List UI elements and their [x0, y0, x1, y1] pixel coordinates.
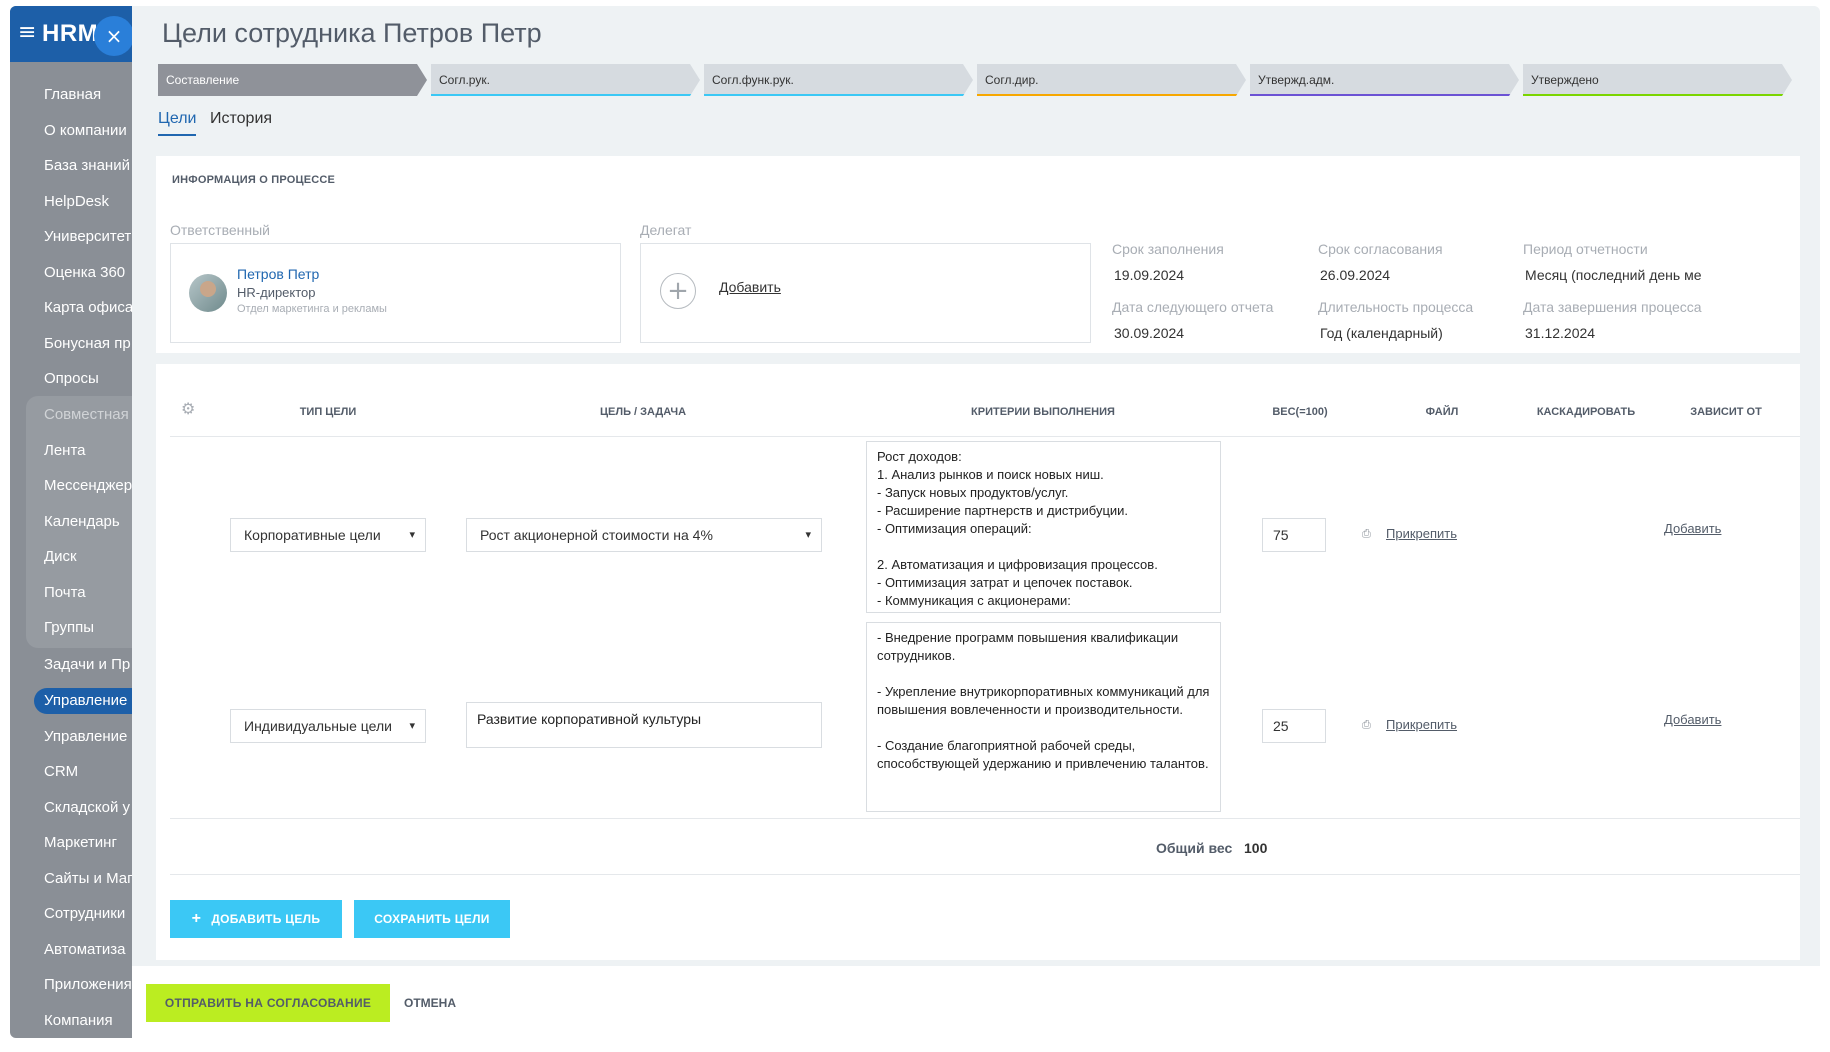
- divider: [170, 818, 1800, 819]
- stage-director-approval[interactable]: Согл.дир.: [977, 64, 1246, 96]
- responsible-position: HR-директор: [237, 285, 316, 300]
- process-duration-label: Длительность процесса: [1318, 299, 1474, 315]
- process-info-card: ИНФОРМАЦИЯ О ПРОЦЕССЕ Ответственный Петр…: [156, 156, 1800, 353]
- divider: [170, 436, 1800, 437]
- gear-icon[interactable]: ⚙: [181, 399, 195, 418]
- goal-type-value: Индивидуальные цели: [244, 718, 392, 734]
- delegate-card: + Добавить: [640, 243, 1091, 343]
- col-goal-task: ЦЕЛЬ / ЗАДАЧА: [599, 406, 687, 418]
- close-icon[interactable]: ×: [94, 16, 134, 56]
- goal-value: Рост акционерной стоимости на 4%: [480, 527, 713, 543]
- divider: [170, 874, 1800, 875]
- weight-input-1[interactable]: 75: [1262, 518, 1326, 552]
- main-panel: Цели сотрудника Петров Петр Составление …: [132, 6, 1820, 1038]
- report-period-value: Месяц (последний день ме: [1525, 267, 1702, 283]
- col-cascade: КАСКАДИРОВАТЬ: [1536, 406, 1636, 418]
- stage-approved[interactable]: Утверждено: [1523, 64, 1792, 96]
- next-report-value: 30.09.2024: [1114, 325, 1185, 341]
- total-weight-label: Общий вес: [1156, 840, 1233, 856]
- responsible-department: Отдел маркетинга и рекламы: [237, 303, 387, 315]
- col-criteria: КРИТЕРИИ ВЫПОЛНЕНИЯ: [971, 406, 1115, 418]
- goal-type-select-2[interactable]: Индивидуальные цели ▾: [230, 709, 426, 743]
- criteria-textarea-1[interactable]: Рост доходов: 1. Анализ рынков и поиск н…: [866, 441, 1221, 613]
- delegate-label: Делегат: [640, 222, 692, 238]
- paperclip-icon: ⎙: [1362, 719, 1371, 731]
- process-end-value: 31.12.2024: [1525, 325, 1596, 341]
- chevron-down-icon: ▾: [409, 528, 415, 541]
- responsible-label: Ответственный: [170, 222, 270, 238]
- page-title: Цели сотрудника Петров Петр: [162, 18, 542, 48]
- send-for-approval-button[interactable]: ОТПРАВИТЬ НА СОГЛАСОВАНИЕ: [146, 984, 390, 1022]
- stage-drafting[interactable]: Составление: [158, 64, 427, 96]
- col-goal-type: ТИП ЦЕЛИ: [299, 406, 357, 418]
- next-report-label: Дата следующего отчета: [1112, 299, 1274, 315]
- stage-admin-approval[interactable]: Утвержд.адм.: [1250, 64, 1519, 96]
- responsible-name-link[interactable]: Петров Петр: [237, 266, 319, 282]
- add-delegate-link[interactable]: Добавить: [719, 279, 781, 295]
- tab-goals[interactable]: Цели: [158, 110, 197, 136]
- goal-input-2[interactable]: Развитие корпоративной культуры: [466, 702, 822, 748]
- total-weight-value: 100: [1244, 840, 1268, 856]
- goal-type-select-1[interactable]: Корпоративные цели ▾: [230, 518, 426, 552]
- report-period-label: Период отчетности: [1523, 241, 1648, 257]
- fill-deadline-label: Срок заполнения: [1112, 241, 1224, 257]
- col-depends: ЗАВИСИТ ОТ: [1690, 406, 1762, 418]
- menu-icon[interactable]: ≡: [18, 20, 36, 45]
- goals-table-card: ⚙ ТИП ЦЕЛИ ЦЕЛЬ / ЗАДАЧА КРИТЕРИИ ВЫПОЛН…: [156, 364, 1800, 960]
- fill-deadline-value: 19.09.2024: [1114, 267, 1185, 283]
- section-title: ИНФОРМАЦИЯ О ПРОЦЕССЕ: [172, 174, 336, 186]
- chevron-down-icon: ▾: [805, 528, 811, 541]
- criteria-textarea-2[interactable]: - Внедрение программ повышения квалифика…: [866, 622, 1221, 812]
- goal-type-value: Корпоративные цели: [244, 527, 381, 543]
- weight-input-2[interactable]: 25: [1262, 709, 1326, 743]
- process-duration-value: Год (календарный): [1320, 325, 1443, 341]
- tab-history[interactable]: История: [210, 110, 272, 128]
- approval-deadline-label: Срок согласования: [1318, 241, 1443, 257]
- save-goals-button[interactable]: СОХРАНИТЬ ЦЕЛИ: [354, 900, 510, 938]
- col-weight: ВЕС(=100): [1272, 406, 1328, 418]
- add-dependency-link-1[interactable]: Добавить: [1664, 521, 1721, 536]
- attach-file-link-2[interactable]: Прикрепить: [1386, 717, 1457, 732]
- add-delegate-icon[interactable]: +: [660, 273, 696, 309]
- paperclip-icon: ⎙: [1362, 528, 1371, 540]
- attach-file-link-1[interactable]: Прикрепить: [1386, 526, 1457, 541]
- col-file: ФАЙЛ: [1425, 406, 1459, 418]
- add-goal-button[interactable]: + ДОБАВИТЬ ЦЕЛЬ: [170, 900, 342, 938]
- plus-icon: +: [191, 910, 202, 927]
- process-end-label: Дата завершения процесса: [1523, 299, 1702, 315]
- avatar: [189, 274, 227, 312]
- stage-manager-approval[interactable]: Согл.рук.: [431, 64, 700, 96]
- footer-bar: ОТПРАВИТЬ НА СОГЛАСОВАНИЕ ОТМЕНА: [132, 966, 1820, 1038]
- stage-func-manager-approval[interactable]: Согл.функ.рук.: [704, 64, 973, 96]
- chevron-down-icon: ▾: [409, 719, 415, 732]
- approval-deadline-value: 26.09.2024: [1320, 267, 1391, 283]
- goal-select-1[interactable]: Рост акционерной стоимости на 4% ▾: [466, 518, 822, 552]
- add-dependency-link-2[interactable]: Добавить: [1664, 712, 1721, 727]
- left-sidebar: ≡ HRM × Главная О компании База знаний H…: [10, 6, 150, 1038]
- app-logo: HRM: [42, 20, 99, 47]
- cancel-button[interactable]: ОТМЕНА: [404, 984, 456, 1022]
- responsible-card: Петров Петр HR-директор Отдел маркетинга…: [170, 243, 621, 343]
- add-goal-label: ДОБАВИТЬ ЦЕЛЬ: [211, 912, 321, 926]
